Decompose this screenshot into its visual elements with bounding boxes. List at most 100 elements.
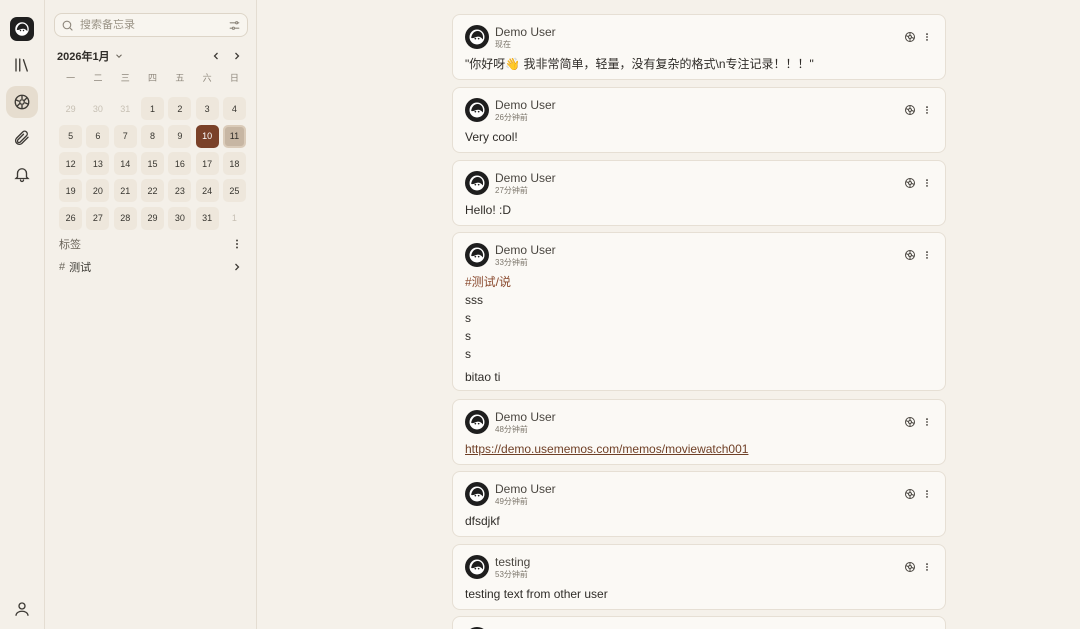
calendar-day[interactable]: 26	[57, 204, 84, 231]
more-vertical-icon[interactable]	[922, 103, 932, 115]
calendar-day[interactable]: 27	[84, 204, 111, 231]
calendar-day[interactable]: 9	[166, 123, 193, 150]
more-vertical-icon[interactable]	[922, 176, 932, 188]
calendar-day-label: 12	[59, 152, 83, 176]
memo-author[interactable]: Demo User	[495, 25, 556, 39]
calendar-day[interactable]: 4	[221, 95, 248, 122]
calendar-day[interactable]: 2	[166, 95, 193, 122]
home-button[interactable]	[6, 86, 38, 118]
memo-time[interactable]: 33分钟前	[495, 257, 528, 268]
calendar-day[interactable]: 16	[166, 150, 193, 177]
memo-time[interactable]: 现在	[495, 39, 511, 50]
calendar-day[interactable]: 24	[193, 177, 220, 204]
memo-time[interactable]: 49分钟前	[495, 496, 528, 507]
explore-button[interactable]	[6, 49, 38, 81]
chevron-down-icon[interactable]	[114, 51, 124, 61]
memo-author[interactable]: Demo User	[495, 410, 556, 424]
more-vertical-icon[interactable]	[922, 487, 932, 499]
calendar-day[interactable]: 31	[193, 204, 220, 231]
search-box[interactable]	[54, 13, 248, 37]
avatar[interactable]	[465, 243, 489, 267]
more-vertical-icon[interactable]	[922, 30, 932, 42]
visibility-icon[interactable]	[904, 248, 916, 260]
more-vertical-icon[interactable]	[922, 248, 932, 260]
calendar-month-title[interactable]: 2026年1月	[57, 48, 110, 64]
attachments-button[interactable]	[6, 122, 38, 154]
calendar-day[interactable]: 22	[139, 177, 166, 204]
avatar[interactable]	[465, 482, 489, 506]
calendar-day[interactable]: 7	[112, 123, 139, 150]
calendar-day[interactable]: 11	[221, 123, 248, 150]
calendar-day[interactable]: 18	[221, 150, 248, 177]
more-vertical-icon[interactable]	[922, 560, 932, 572]
memo-time[interactable]: 26分钟前	[495, 112, 528, 123]
calendar-day-label: 18	[222, 152, 246, 176]
more-vertical-icon[interactable]	[231, 238, 243, 250]
calendar-day[interactable]: 12	[57, 150, 84, 177]
memo-author[interactable]: Demo User	[495, 243, 556, 257]
visibility-icon[interactable]	[904, 103, 916, 115]
avatar[interactable]	[465, 25, 489, 49]
memo-card: Demo User 27分钟前 Hello! :D	[452, 160, 946, 226]
memo-card: Demo User 48分钟前 https://demo.usememos.com/…	[452, 399, 946, 465]
avatar[interactable]	[465, 410, 489, 434]
memo-card	[452, 616, 946, 629]
search-input[interactable]	[80, 19, 220, 31]
calendar-day[interactable]: 19	[57, 177, 84, 204]
avatar[interactable]	[465, 98, 489, 122]
calendar-day[interactable]: 30	[166, 204, 193, 231]
calendar-day[interactable]: 1	[139, 95, 166, 122]
chevron-left-icon	[213, 52, 218, 60]
memo-content-line: sss	[465, 293, 483, 307]
next-month-button[interactable]	[231, 50, 243, 62]
calendar-day-label: 1	[141, 97, 165, 121]
memo-time[interactable]: 27分钟前	[495, 185, 528, 196]
calendar-day[interactable]: 28	[112, 204, 139, 231]
visibility-icon[interactable]	[904, 560, 916, 572]
memo-author[interactable]: Demo User	[495, 482, 556, 496]
calendar-day[interactable]: 1	[221, 204, 248, 231]
calendar-day[interactable]: 6	[84, 123, 111, 150]
visibility-icon[interactable]	[904, 176, 916, 188]
calendar-day[interactable]: 3	[193, 95, 220, 122]
calendar-day[interactable]: 13	[84, 150, 111, 177]
tag-item[interactable]: # 测试	[59, 259, 243, 275]
memo-content-line: bitao ti	[465, 370, 501, 384]
inbox-button[interactable]	[6, 158, 38, 190]
app-logo[interactable]	[6, 13, 38, 45]
memo-time[interactable]: 48分钟前	[495, 424, 528, 435]
calendar-day[interactable]: 30	[84, 95, 111, 122]
calendar-day[interactable]: 5	[57, 123, 84, 150]
calendar-day[interactable]: 21	[112, 177, 139, 204]
calendar-day[interactable]: 8	[139, 123, 166, 150]
calendar-day[interactable]: 20	[84, 177, 111, 204]
chevron-right-icon[interactable]	[231, 261, 243, 273]
calendar-day[interactable]: 23	[166, 177, 193, 204]
prev-month-button[interactable]	[210, 50, 222, 62]
weekday-label: 二	[93, 72, 103, 83]
profile-button[interactable]	[6, 593, 38, 625]
memo-time[interactable]: 53分钟前	[495, 569, 528, 580]
calendar-day[interactable]: 14	[112, 150, 139, 177]
calendar-day[interactable]: 29	[57, 95, 84, 122]
memo-tag-link[interactable]: #测试/说	[465, 273, 511, 291]
calendar-day[interactable]: 29	[139, 204, 166, 231]
calendar-day[interactable]: 17	[193, 150, 220, 177]
memo-link[interactable]: https://demo.usememos.com/memos/moviewat…	[465, 442, 748, 456]
calendar-day[interactable]: 25	[221, 177, 248, 204]
memo-author[interactable]: Demo User	[495, 171, 556, 185]
calendar-day[interactable]: 15	[139, 150, 166, 177]
visibility-icon[interactable]	[904, 415, 916, 427]
tags-header: 标签	[59, 236, 243, 252]
calendar-day[interactable]: 31	[112, 95, 139, 122]
memo-author[interactable]: testing	[495, 555, 530, 569]
more-vertical-icon[interactable]	[922, 415, 932, 427]
calendar-day[interactable]: 10	[193, 123, 220, 150]
memo-author[interactable]: Demo User	[495, 98, 556, 112]
avatar[interactable]	[465, 555, 489, 579]
avatar[interactable]	[465, 171, 489, 195]
visibility-icon[interactable]	[904, 30, 916, 42]
filter-icon[interactable]	[228, 19, 241, 32]
calendar-day-label: 27	[86, 206, 110, 230]
visibility-icon[interactable]	[904, 487, 916, 499]
